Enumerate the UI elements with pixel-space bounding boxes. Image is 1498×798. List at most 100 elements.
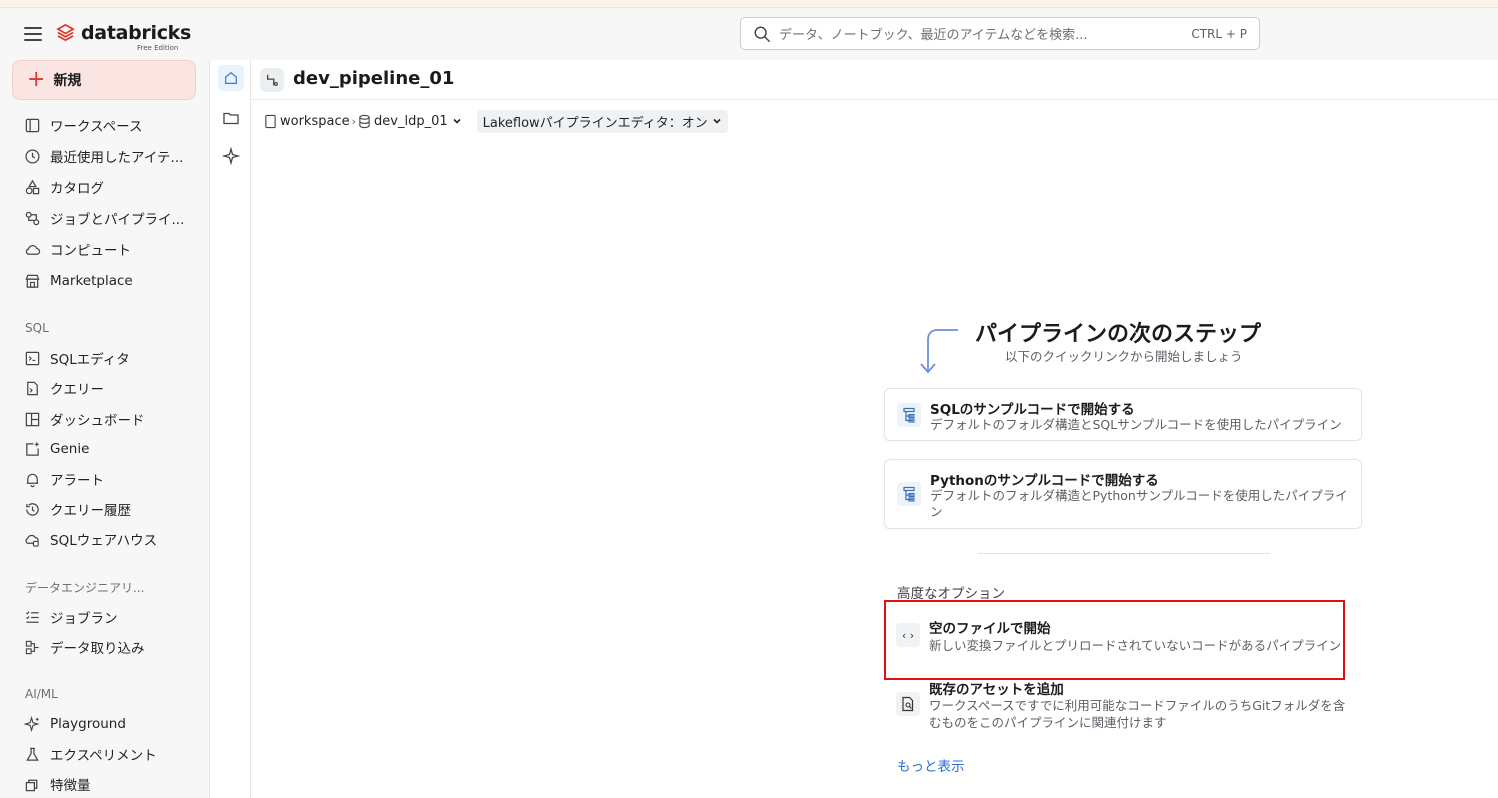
breadcrumb: workspace › dev_ldp_01 Lakeflowパイプラインエディ… xyxy=(264,109,728,133)
sidebar-item-label: エクスペリメント xyxy=(50,748,157,764)
sidebar-item-label: アラート xyxy=(50,473,104,489)
sidebar-item-experiments[interactable]: エクスペリメント xyxy=(24,742,194,766)
databricks-logo-icon xyxy=(56,23,75,42)
file-search-icon xyxy=(896,692,920,716)
sidebar-item-data-ingestion[interactable]: データ取り込み xyxy=(24,635,194,659)
code-icon: ‹ › xyxy=(896,623,920,647)
add-existing-assets-title: 既存のアセットを追加 xyxy=(929,682,1064,698)
jobs-icon xyxy=(25,211,40,225)
sidebar-item-recents[interactable]: 最近使用したアイテ... xyxy=(24,144,194,168)
breadcrumb-schema-label: dev_ldp_01 xyxy=(374,113,448,129)
top-bar: databricks Free Edition データ、ノートブック、最近のアイ… xyxy=(0,8,1498,60)
search-input[interactable]: データ、ノートブック、最近のアイテムなどを検索... CTRL + P xyxy=(740,17,1260,50)
bell-icon xyxy=(26,473,39,487)
sql-sample-card-desc: デフォルトのフォルダ構造とSQLサンプルコードを使用したパイプライン xyxy=(930,417,1342,432)
section-label-data-engineering: データエンジニアリ... xyxy=(25,581,145,595)
next-steps-subtitle: 以下のクイックリンクから開始しましょう xyxy=(1005,349,1243,364)
next-steps-title: パイプラインの次のステップ xyxy=(975,322,1262,347)
empty-file-option[interactable]: ‹ › 空のファイルで開始 新しい変換ファイルとプリロードされていないコードがあ… xyxy=(884,610,1362,670)
add-existing-assets-option[interactable]: 既存のアセットを追加 ワークスペースですでに利用可能なコードファイルのうちGit… xyxy=(884,678,1362,738)
page-header: dev_pipeline_01 xyxy=(251,60,1498,100)
sidebar-item-sql-warehouses[interactable]: SQLウェアハウス xyxy=(24,527,194,551)
sidebar-item-playground[interactable]: Playground xyxy=(24,712,194,736)
sidebar-item-catalog[interactable]: カタログ xyxy=(24,175,194,199)
sidebar-item-label: カタログ xyxy=(50,181,104,197)
sidebar-item-queries[interactable]: クエリー xyxy=(24,376,194,400)
sidebar-item-label: クエリー xyxy=(50,382,104,398)
sidebar-item-label: ジョブとパイプライ... xyxy=(50,212,185,228)
sidebar-item-label: Genie xyxy=(50,441,90,457)
breadcrumb-schema[interactable]: dev_ldp_01 xyxy=(358,114,465,129)
sidebar-item-features[interactable]: 特徴量 xyxy=(24,772,194,796)
curved-arrow-icon xyxy=(920,329,958,374)
pipeline-icon xyxy=(260,68,284,92)
workspace-icon xyxy=(25,118,40,132)
sql-editor-icon xyxy=(25,351,40,365)
python-sample-card[interactable]: Pythonのサンプルコードで開始する デフォルトのフォルダ構造とPythonサ… xyxy=(884,459,1362,529)
sidebar-item-label: SQLウェアハウス xyxy=(50,533,158,549)
show-more-link[interactable]: もっと表示 xyxy=(897,755,965,775)
history-icon xyxy=(26,502,39,516)
home-button[interactable] xyxy=(218,65,244,91)
sidebar-item-label: Marketplace xyxy=(50,273,133,289)
sidebar-item-label: ジョブラン xyxy=(50,611,118,627)
new-button[interactable]: + 新規 xyxy=(12,60,196,100)
breadcrumb-workspace-label: workspace xyxy=(280,113,350,129)
top-banner-strip xyxy=(0,0,1498,8)
sidebar-item-label: データ取り込み xyxy=(50,641,145,657)
flask-icon xyxy=(26,747,39,761)
sidebar-item-jobs[interactable]: ジョブとパイプライ... xyxy=(24,206,194,230)
sidebar-item-sql-editor[interactable]: SQLエディタ xyxy=(24,346,194,370)
sidebar-item-alerts[interactable]: アラート xyxy=(24,467,194,491)
breadcrumb-separator: › xyxy=(351,114,357,128)
genie-icon xyxy=(26,441,39,456)
clock-icon xyxy=(25,148,40,164)
section-label-ai-ml: AI/ML xyxy=(25,687,58,701)
new-button-label: 新規 xyxy=(53,73,82,89)
sidebar-item-marketplace[interactable]: Marketplace xyxy=(24,269,194,293)
editor-side-rail xyxy=(209,60,251,798)
divider xyxy=(978,553,1270,554)
empty-file-option-desc: 新しい変換ファイルとプリロードされていないコードがあるパイプライン xyxy=(929,638,1342,653)
sidebar-item-dashboards[interactable]: ダッシュボード xyxy=(24,407,194,431)
folder-button[interactable] xyxy=(218,105,244,131)
sidebar-item-label: 特徴量 xyxy=(50,778,91,794)
advanced-options-label: 高度なオプション xyxy=(897,586,1005,602)
features-icon xyxy=(25,779,38,791)
sidebar-item-label: Playground xyxy=(50,716,126,732)
sidebar-item-workspace[interactable]: ワークスペース xyxy=(24,113,194,137)
file-tree-icon xyxy=(897,403,921,427)
warehouse-icon xyxy=(25,534,39,547)
pipeline-editor-toggle[interactable]: Lakeflowパイプラインエディタ：オン xyxy=(476,109,728,133)
sidebar-item-label: 最近使用したアイテ... xyxy=(50,150,184,166)
sidebar-item-query-history[interactable]: クエリー履歴 xyxy=(24,497,194,521)
query-icon xyxy=(27,381,38,395)
assistant-button[interactable] xyxy=(218,143,244,169)
sidebar-item-job-runs[interactable]: ジョブラン xyxy=(24,605,194,629)
sparkle-icon xyxy=(222,147,240,165)
sidebar: + 新規 ワークスペース 最近使用したアイテ... カタログ ジョブとパイプライ… xyxy=(0,60,209,798)
dashboard-icon xyxy=(25,412,40,426)
sql-sample-card-title: SQLのサンプルコードで開始する xyxy=(930,402,1135,418)
store-icon xyxy=(25,274,40,288)
search-placeholder: データ、ノートブック、最近のアイテムなどを検索... xyxy=(779,28,1088,43)
chevron-down-icon xyxy=(453,118,461,124)
chevron-down-icon xyxy=(713,118,721,124)
sidebar-item-compute[interactable]: コンピュート xyxy=(24,237,194,261)
search-icon xyxy=(754,26,770,42)
logo-edition: Free Edition xyxy=(137,44,179,52)
python-sample-card-title: Pythonのサンプルコードで開始する xyxy=(930,473,1159,489)
menu-icon[interactable] xyxy=(24,27,42,41)
add-existing-assets-desc: ワークスペースですでに利用可能なコードファイルのうちGitフォルダを含むものをこ… xyxy=(929,698,1346,730)
sidebar-item-label: ダッシュボード xyxy=(50,413,145,429)
sidebar-item-label: クエリー履歴 xyxy=(50,503,131,519)
sql-sample-card[interactable]: SQLのサンプルコードで開始する デフォルトのフォルダ構造とSQLサンプルコード… xyxy=(884,388,1362,441)
file-tree-icon xyxy=(897,482,921,506)
cloud-icon xyxy=(25,244,41,255)
databricks-logo[interactable]: databricks xyxy=(56,22,191,44)
breadcrumb-workspace[interactable]: workspace xyxy=(264,114,350,129)
page-title[interactable]: dev_pipeline_01 xyxy=(293,68,454,89)
sidebar-item-genie[interactable]: Genie xyxy=(24,437,194,461)
sparkle-icon xyxy=(24,715,40,732)
sidebar-item-label: SQLエディタ xyxy=(50,352,130,368)
